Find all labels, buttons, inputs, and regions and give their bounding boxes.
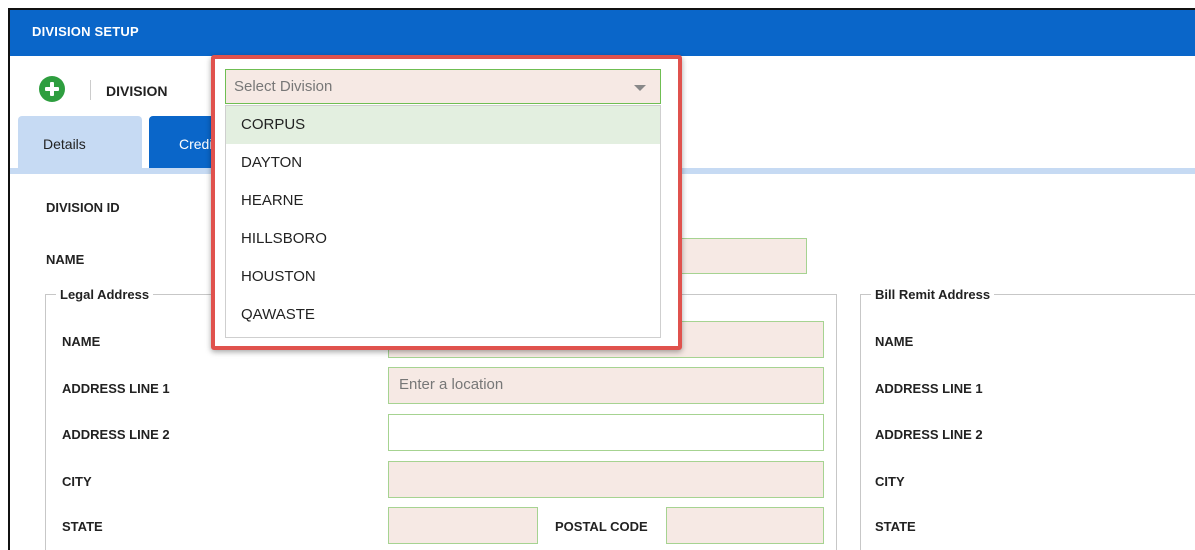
legal-name-label: NAME xyxy=(62,334,101,349)
add-icon[interactable] xyxy=(39,76,65,102)
division-option[interactable]: HILLSBORO xyxy=(226,220,660,258)
tab-details[interactable]: Details xyxy=(18,116,142,168)
legal-address2-input[interactable] xyxy=(388,414,824,451)
bill-remit-address-group: Bill Remit Address xyxy=(860,287,1195,550)
legal-address1-input[interactable]: Enter a location xyxy=(388,367,824,404)
bill-city-label: CITY xyxy=(875,474,905,489)
division-label: DIVISION xyxy=(106,83,168,99)
legal-address-legend: Legal Address xyxy=(60,287,150,302)
legal-address1-label: ADDRESS LINE 1 xyxy=(62,381,170,396)
bill-address1-label: ADDRESS LINE 1 xyxy=(875,381,983,396)
page-title: DIVISION SETUP xyxy=(10,10,1195,56)
division-option[interactable]: DAYTON xyxy=(226,144,660,182)
division-setup-window: DIVISION SETUP DIVISION Details Credit D… xyxy=(8,8,1195,550)
division-option[interactable]: HOUSTON xyxy=(226,258,660,296)
legal-postal-label: POSTAL CODE xyxy=(555,519,648,534)
bill-address2-label: ADDRESS LINE 2 xyxy=(875,427,983,442)
division-select-placeholder: Select Division xyxy=(234,78,333,95)
legal-address2-label: ADDRESS LINE 2 xyxy=(62,427,170,442)
division-option[interactable]: CORPUS xyxy=(226,106,660,144)
legal-city-input[interactable] xyxy=(388,461,824,498)
division-option[interactable]: QAWASTE xyxy=(226,296,660,334)
name-label: NAME xyxy=(46,252,85,267)
legal-postal-input[interactable] xyxy=(666,507,824,544)
chevron-down-icon[interactable] xyxy=(634,85,646,91)
division-select[interactable]: Select Division xyxy=(225,69,661,104)
legal-city-label: CITY xyxy=(62,474,92,489)
division-options-list: CORPUS DAYTON HEARNE HILLSBORO HOUSTON Q… xyxy=(225,105,661,338)
division-id-label: DIVISION ID xyxy=(46,200,120,215)
bill-name-label: NAME xyxy=(875,334,914,349)
legal-state-input[interactable] xyxy=(388,507,538,544)
division-option[interactable]: HEARNE xyxy=(226,182,660,220)
legal-state-label: STATE xyxy=(62,519,103,534)
division-dropdown-highlight: Select Division CORPUS DAYTON HEARNE HIL… xyxy=(211,55,682,350)
bill-remit-legend: Bill Remit Address xyxy=(875,287,991,302)
toolbar-divider xyxy=(90,80,91,100)
bill-state-label: STATE xyxy=(875,519,916,534)
